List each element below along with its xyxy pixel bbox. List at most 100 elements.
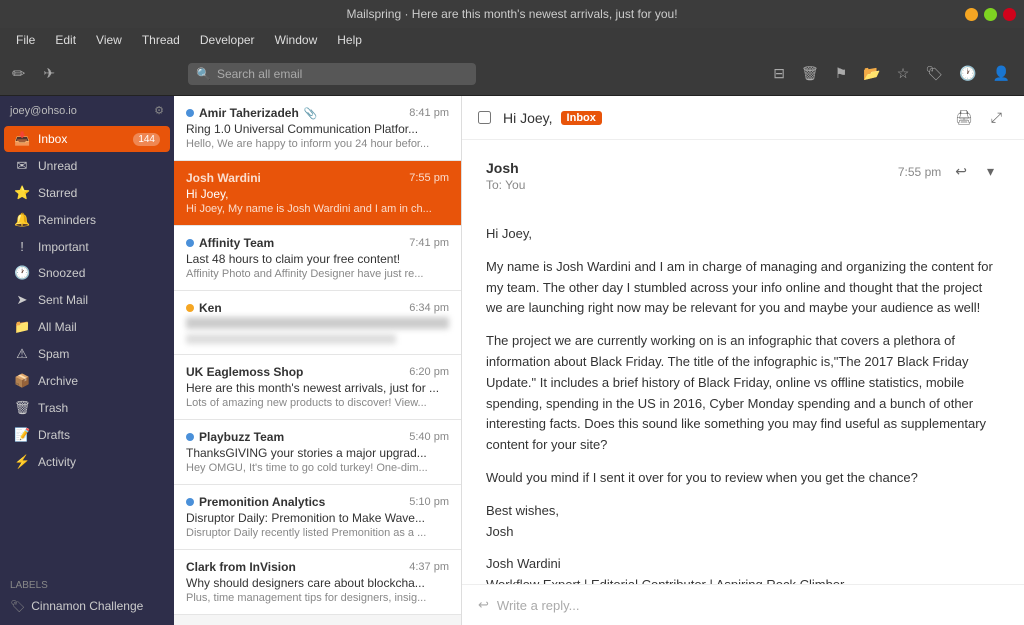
menu-help[interactable]: Help	[329, 31, 370, 49]
search-input[interactable]	[217, 67, 468, 81]
more-actions-button[interactable]: ▾	[981, 160, 1000, 183]
account-settings-icon[interactable]: ⚙	[154, 104, 164, 117]
reply-button[interactable]: ↩	[949, 160, 973, 183]
email-item[interactable]: Premonition Analytics 5:10 pm Disruptor …	[174, 485, 461, 550]
email-body: Hi Joey, My name is Josh Wardini and I a…	[486, 224, 1000, 584]
attachment-icon: 📎	[304, 107, 318, 120]
flag-toolbar-button[interactable]: ⚑	[829, 61, 854, 86]
labels-title: Labels	[10, 580, 164, 591]
popout-button[interactable]: ⤢	[985, 106, 1008, 129]
menu-view[interactable]: View	[88, 31, 130, 49]
sidebar-label-important: Important	[38, 240, 89, 254]
email-time: 6:34 pm	[409, 302, 449, 314]
email-content: Josh To: You 7:55 pm ↩ ▾ Hi Joey, My nam…	[462, 140, 1024, 584]
sidebar-item-activity[interactable]: ⚡ Activity	[4, 449, 170, 475]
search-icon: 🔍	[196, 67, 211, 81]
unread-indicator	[186, 498, 194, 506]
email-time: 5:10 pm	[409, 496, 449, 508]
title-bar: Mailspring · Here are this month's newes…	[0, 0, 1024, 28]
sidebar-item-important[interactable]: ! Important	[4, 234, 170, 259]
sidebar-item-snoozed[interactable]: 🕐 Snoozed	[4, 260, 170, 286]
reply-placeholder: Write a reply...	[497, 598, 580, 613]
body-line-2: My name is Josh Wardini and I am in char…	[486, 257, 1000, 319]
email-subject: Hi Joey,	[186, 187, 449, 201]
email-from: Josh	[486, 160, 525, 176]
maximize-button[interactable]	[984, 8, 997, 21]
close-button[interactable]	[1003, 8, 1016, 21]
email-meta-time: 7:55 pm	[898, 165, 941, 179]
body-line-3: The project we are currently working on …	[486, 331, 1000, 456]
star-toolbar-button[interactable]: ☆	[891, 61, 916, 86]
email-item[interactable]: Clark from InVision 4:37 pm Why should d…	[174, 550, 461, 615]
window-title: Mailspring · Here are this month's newes…	[346, 7, 677, 21]
sidebar-item-inbox[interactable]: 📥 Inbox 144	[4, 126, 170, 152]
search-bar[interactable]: 🔍	[188, 63, 476, 85]
sidebar-label-activity: Activity	[38, 455, 76, 469]
email-preview: Hi Joey, My name is Josh Wardini and I a…	[186, 203, 449, 215]
label-icon: 🏷	[10, 599, 25, 613]
email-greeting: Hi Joey,	[503, 110, 553, 126]
nav-back-button[interactable]: ✈	[37, 61, 61, 86]
account-toolbar-button[interactable]: 👤	[987, 61, 1016, 86]
sidebar-item-spam[interactable]: ⚠ Spam	[4, 341, 170, 367]
toolbar-right: ⊟ 🗑 ⚑ 📂 ☆ 🏷 🕐 👤	[767, 61, 1016, 86]
reply-footer[interactable]: ↩ Write a reply...	[462, 584, 1024, 625]
snooze-toolbar-button[interactable]: 🕐	[953, 61, 982, 86]
snoozed-icon: 🕐	[14, 265, 30, 281]
email-subject: Why should designers care about blockcha…	[186, 576, 449, 590]
email-subject: ThanksGIVING your stories a major upgrad…	[186, 446, 449, 460]
account-email: joey@ohso.io	[10, 105, 77, 117]
email-subject: Last 48 hours to claim your free content…	[186, 252, 449, 266]
sidebar-item-unread[interactable]: ✉ Unread	[4, 153, 170, 179]
sidebar-item-trash[interactable]: 🗑 Trash	[4, 395, 170, 421]
email-time: 6:20 pm	[409, 366, 449, 378]
trash-toolbar-button[interactable]: 🗑	[795, 61, 825, 86]
sidebar-label-reminders: Reminders	[38, 213, 96, 227]
label-item-cinnamon[interactable]: 🏷 Cinnamon Challenge	[10, 595, 164, 617]
email-preview: Plus, time management tips for designers…	[186, 592, 449, 604]
email-item[interactable]: Playbuzz Team 5:40 pm ThanksGIVING your …	[174, 420, 461, 485]
menu-bar: File Edit View Thread Developer Window H…	[0, 28, 1024, 52]
email-item[interactable]: Josh Wardini 7:55 pm Hi Joey, Hi Joey, M…	[174, 161, 461, 226]
starred-icon: ⭐	[14, 185, 30, 201]
email-sender: Clark from InVision	[186, 560, 296, 574]
spam-icon: ⚠	[14, 346, 30, 362]
menu-thread[interactable]: Thread	[134, 31, 188, 49]
email-preview: Disruptor Daily recently listed Premonit…	[186, 527, 449, 539]
print-button[interactable]: 🖨	[949, 106, 979, 129]
email-item[interactable]: Amir Taherizadeh 📎 8:41 pm Ring 1.0 Univ…	[174, 96, 461, 161]
email-time: 5:40 pm	[409, 431, 449, 443]
menu-file[interactable]: File	[8, 31, 43, 49]
menu-developer[interactable]: Developer	[192, 31, 263, 49]
email-sender: Premonition Analytics	[186, 495, 325, 509]
sidebar-item-drafts[interactable]: 📝 Drafts	[4, 422, 170, 448]
inbox-icon: 📥	[14, 131, 30, 147]
sidebar-label-starred: Starred	[38, 186, 77, 200]
email-item[interactable]: UK Eaglemoss Shop 6:20 pm Here are this …	[174, 355, 461, 420]
sidebar-item-archive[interactable]: 📦 Archive	[4, 368, 170, 394]
sidebar-item-reminders[interactable]: 🔔 Reminders	[4, 207, 170, 233]
body-line-1: Hi Joey,	[486, 224, 1000, 245]
email-item[interactable]: Affinity Team 7:41 pm Last 48 hours to c…	[174, 226, 461, 291]
archive-toolbar-button[interactable]: ⊟	[767, 61, 791, 86]
menu-window[interactable]: Window	[267, 31, 326, 49]
email-sender: Affinity Team	[186, 236, 274, 250]
sidebar-item-sent[interactable]: ➤ Sent Mail	[4, 287, 170, 313]
email-view-header: Hi Joey, Inbox 🖨 ⤢	[462, 96, 1024, 140]
archive-icon: 📦	[14, 373, 30, 389]
compose-button[interactable]: ✏	[8, 60, 29, 88]
toolbar-left: ✏ ✈	[8, 60, 182, 88]
label-toolbar-button[interactable]: 🏷	[919, 61, 949, 86]
email-select-checkbox[interactable]	[478, 111, 491, 124]
email-to: To: You	[486, 178, 525, 192]
sidebar-item-starred[interactable]: ⭐ Starred	[4, 180, 170, 206]
minimize-button[interactable]	[965, 8, 978, 21]
move-toolbar-button[interactable]: 📂	[857, 61, 886, 86]
main-content: joey@ohso.io ⚙ 📥 Inbox 144 ✉ Unread ⭐ St…	[0, 96, 1024, 625]
unread-indicator	[186, 239, 194, 247]
menu-edit[interactable]: Edit	[47, 31, 84, 49]
unread-indicator	[186, 109, 194, 117]
sidebar-item-all-mail[interactable]: 📁 All Mail	[4, 314, 170, 340]
email-subject: Here are this month's newest arrivals, j…	[186, 381, 449, 395]
email-item[interactable]: Ken 6:34 pm	[174, 291, 461, 355]
